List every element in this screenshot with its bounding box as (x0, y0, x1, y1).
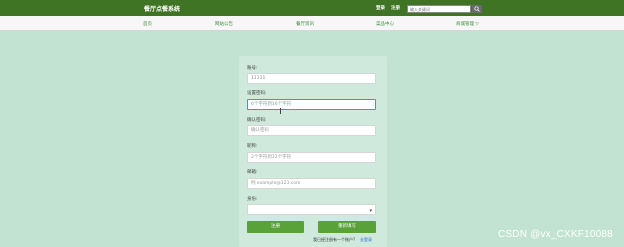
site-logo[interactable]: 餐厅点餐系统 (144, 4, 180, 13)
email-placeholder: 例 example@123.com (251, 181, 301, 186)
confirm-password-placeholder: 确认密码 (251, 128, 269, 133)
password-label: 设置密码: (247, 91, 267, 96)
watermark: CSDN @vx_CXKF10088 (498, 229, 613, 240)
go-login-link[interactable]: 去登录 (360, 237, 372, 243)
password-placeholder: 6个字符到16个字符 (251, 102, 292, 107)
confirm-password-label: 确认密码: (247, 118, 267, 123)
main-nav: 首页 网站公告 餐厅资讯 菜品中心 商城管理 ▽ (0, 16, 624, 31)
nickname-field[interactable]: 2个字符到12个字符 (247, 152, 376, 163)
nickname-label: 昵称: (247, 144, 258, 149)
search-icon (474, 6, 480, 12)
account-label: 账号: (247, 66, 258, 71)
register-button[interactable]: 注册 (247, 221, 304, 233)
chevron-down-icon: ▾ (369, 208, 372, 214)
login-link[interactable]: 登录 (376, 5, 385, 11)
email-field[interactable]: 例 example@123.com (247, 178, 376, 189)
login-hint-text: 我已经注册有一个账户? (313, 237, 356, 242)
nav-announcements[interactable]: 网站公告 (215, 21, 233, 27)
nav-home[interactable]: 首页 (143, 21, 152, 27)
email-label: 邮箱: (247, 170, 258, 175)
nav-news[interactable]: 餐厅资讯 (296, 21, 314, 27)
identity-select[interactable]: ▾ (247, 204, 376, 215)
identity-label: 身份: (247, 197, 258, 202)
text-cursor (280, 108, 281, 114)
top-bar: 餐厅点餐系统 (0, 0, 624, 16)
reset-button[interactable]: 重新填写 (318, 221, 376, 233)
nickname-placeholder: 2个字符到12个字符 (251, 155, 292, 160)
account-field[interactable]: 11111 (247, 73, 376, 84)
search-input[interactable] (407, 5, 471, 13)
nav-mall[interactable]: 商城管理 ▽ (456, 21, 479, 27)
search-button[interactable] (472, 5, 482, 13)
account-value: 11111 (251, 76, 266, 81)
confirm-password-field[interactable]: 确认密码 (247, 125, 376, 136)
register-link[interactable]: 注册 (391, 5, 400, 11)
password-field[interactable]: 6个字符到16个字符 (247, 99, 376, 110)
nav-dishes[interactable]: 菜品中心 (376, 21, 394, 27)
